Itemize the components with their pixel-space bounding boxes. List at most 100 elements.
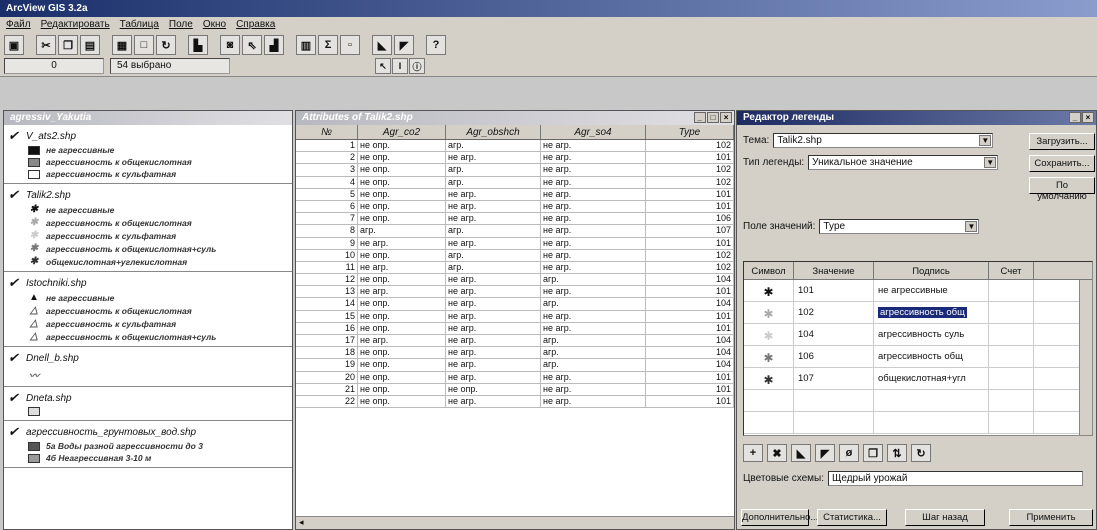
sort-asc-icon[interactable]: ◣ [372, 35, 392, 55]
paste-icon[interactable]: ▤ [80, 35, 100, 55]
null-value-icon[interactable]: ø [839, 444, 859, 462]
symbol-cell[interactable]: ✱ [744, 368, 794, 389]
table-row[interactable]: 7 не опр. не агр. не агр. 106 [296, 213, 734, 226]
label-text[interactable]: агрессивность общ [878, 351, 963, 362]
column-header[interactable]: Значение [794, 262, 874, 279]
toc-layer[interactable]: ✔ Dnell_b.shp 〰 [4, 347, 292, 387]
info-icon[interactable]: ⓘ [409, 58, 425, 74]
column-header[interactable]: № [296, 125, 358, 139]
save-button[interactable]: Сохранить... [1029, 155, 1095, 172]
help-icon[interactable]: ? [426, 35, 446, 55]
checkbox-icon[interactable]: ✔ [8, 275, 22, 291]
query-icon[interactable]: ⇖ [242, 35, 262, 55]
label-text[interactable]: общекислотная+угл [878, 373, 966, 384]
pointer-icon[interactable]: ↖ [375, 58, 391, 74]
toc-layer[interactable]: ✔ Dneta.shp [4, 387, 292, 421]
table-row[interactable]: 9 не агр. не агр. не агр. 101 [296, 237, 734, 250]
edit-text-icon[interactable]: I [392, 58, 408, 74]
checkbox-icon[interactable]: ✔ [8, 187, 22, 203]
column-header[interactable]: Agr_obshch [446, 125, 541, 139]
column-header[interactable]: Type [646, 125, 734, 139]
theme-select[interactable]: Talik2.shp ▼ [773, 133, 994, 148]
table-row[interactable]: 10 не опр. агр. не агр. 102 [296, 249, 734, 262]
legend-class-row[interactable]: ✱ 102 агрессивность общ [744, 302, 1092, 324]
label-text[interactable]: агрессивность суль [878, 329, 964, 340]
checkbox-icon[interactable]: ✔ [8, 424, 22, 440]
binoculars-icon[interactable]: ◙ [220, 35, 240, 55]
label-text[interactable]: не агрессивные [878, 285, 948, 296]
undo-button[interactable]: Шаг назад [905, 509, 985, 526]
menu-table[interactable]: Таблица [120, 19, 159, 31]
advanced-button[interactable]: Дополнительно... [741, 509, 818, 526]
save-icon[interactable]: ▣ [4, 35, 24, 55]
chevron-down-icon[interactable]: ▼ [984, 157, 997, 168]
menu-file[interactable]: Файл [6, 19, 31, 31]
table-row[interactable]: 20 не опр. не агр. не агр. 101 [296, 371, 734, 384]
field-select[interactable]: Type ▼ [819, 219, 980, 234]
column-header[interactable]: Agr_co2 [358, 125, 446, 139]
chevron-down-icon[interactable]: ▼ [979, 135, 992, 146]
chart-bar-icon[interactable]: ▟ [264, 35, 284, 55]
table-row[interactable]: 14 не опр. не агр. агр. 104 [296, 298, 734, 311]
menu-window[interactable]: Окно [203, 19, 226, 31]
checkbox-icon[interactable]: ✔ [8, 390, 22, 406]
symbol-cell[interactable]: ✱ [744, 280, 794, 301]
close-icon[interactable]: × [1082, 112, 1094, 123]
select-none-icon[interactable]: □ [134, 35, 154, 55]
table-row[interactable]: 13 не агр. не агр. не агр. 101 [296, 286, 734, 299]
toc-layer[interactable]: ✔ V_ats2.shp не агрессивные агрессивность к… [4, 125, 292, 184]
menu-field[interactable]: Поле [169, 19, 193, 31]
column-header[interactable]: Agr_so4 [541, 125, 646, 139]
table-row[interactable]: 3 не опр. агр. не агр. 102 [296, 164, 734, 177]
sum-icon[interactable]: Σ [318, 35, 338, 55]
move-up-icon[interactable]: ◣ [791, 444, 811, 462]
load-button[interactable]: Загрузить... [1029, 133, 1095, 150]
checkbox-icon[interactable]: ✔ [8, 128, 22, 144]
legend-class-row[interactable]: ✱ 104 агрессивность суль [744, 324, 1092, 346]
column-header[interactable]: Символ [744, 262, 794, 279]
record-field[interactable]: 0 [4, 58, 104, 74]
table-row[interactable]: 22 не опр. не агр. не агр. 101 [296, 395, 734, 409]
apply-button[interactable]: Применить [1009, 509, 1093, 526]
copy-icon[interactable]: ❐ [863, 444, 883, 462]
toc-layer[interactable]: ✔ Talik2.shp ✱ не агрессивные ✱ агрессивность… [4, 184, 292, 272]
table-icon[interactable]: ▫ [340, 35, 360, 55]
table-row[interactable]: 17 не агр. не агр. агр. 104 [296, 335, 734, 348]
add-class-icon[interactable]: + [743, 444, 763, 462]
table-row[interactable]: 11 не агр. агр. не агр. 102 [296, 261, 734, 275]
table-row[interactable]: 18 не опр. не агр. агр. 104 [296, 347, 734, 360]
table-row[interactable]: 6 не опр. не агр. не агр. 101 [296, 200, 734, 214]
select-all-icon[interactable]: ▦ [112, 35, 132, 55]
column-header[interactable]: Подпись [874, 262, 989, 279]
move-down-icon[interactable]: ◤ [815, 444, 835, 462]
table-row[interactable]: 16 не опр. не агр. не агр. 101 [296, 322, 734, 335]
default-button[interactable]: По умолчанию [1029, 177, 1095, 202]
symbol-cell[interactable]: ✱ [744, 346, 794, 367]
label-cell[interactable]: агрессивность общ [874, 346, 989, 367]
toc-layer[interactable]: ✔ Istochniki.shp ▲ не агрессивные △ агрессивн… [4, 272, 292, 347]
table-row[interactable]: 19 не опр. не агр. агр. 104 [296, 359, 734, 372]
menu-help[interactable]: Справка [236, 19, 275, 31]
symbol-cell[interactable]: ✱ [744, 324, 794, 345]
table-row[interactable]: 5 не опр. не агр. не агр. 101 [296, 188, 734, 201]
table-row[interactable]: 4 не опр. агр. не агр. 102 [296, 176, 734, 189]
sort-icon[interactable]: ⇅ [887, 444, 907, 462]
minimize-icon[interactable]: _ [1069, 112, 1081, 123]
chart-icon[interactable]: ▙ [188, 35, 208, 55]
cut-icon[interactable]: ✂ [36, 35, 56, 55]
table-row[interactable]: 15 не опр. не агр. не агр. 101 [296, 310, 734, 323]
statistics-button[interactable]: Статистика... [817, 509, 887, 526]
menu-edit[interactable]: Редактировать [41, 19, 110, 31]
legend-class-row[interactable]: ✱ 106 агрессивность общ [744, 346, 1092, 368]
table-row[interactable]: 2 не опр. не агр. не агр. 101 [296, 152, 734, 165]
refresh-icon[interactable]: ↻ [911, 444, 931, 462]
label-cell[interactable]: общекислотная+угл [874, 368, 989, 389]
copy-icon[interactable]: ❐ [58, 35, 78, 55]
minimize-icon[interactable]: _ [694, 112, 706, 123]
legend-class-row[interactable]: ✱ 101 не агрессивные [744, 280, 1092, 302]
maximize-icon[interactable]: □ [707, 112, 719, 123]
chevron-down-icon[interactable]: ▼ [965, 221, 978, 232]
sort-desc-icon[interactable]: ◤ [394, 35, 414, 55]
checkbox-icon[interactable]: ✔ [8, 350, 22, 366]
symbol-cell[interactable]: ✱ [744, 302, 794, 323]
